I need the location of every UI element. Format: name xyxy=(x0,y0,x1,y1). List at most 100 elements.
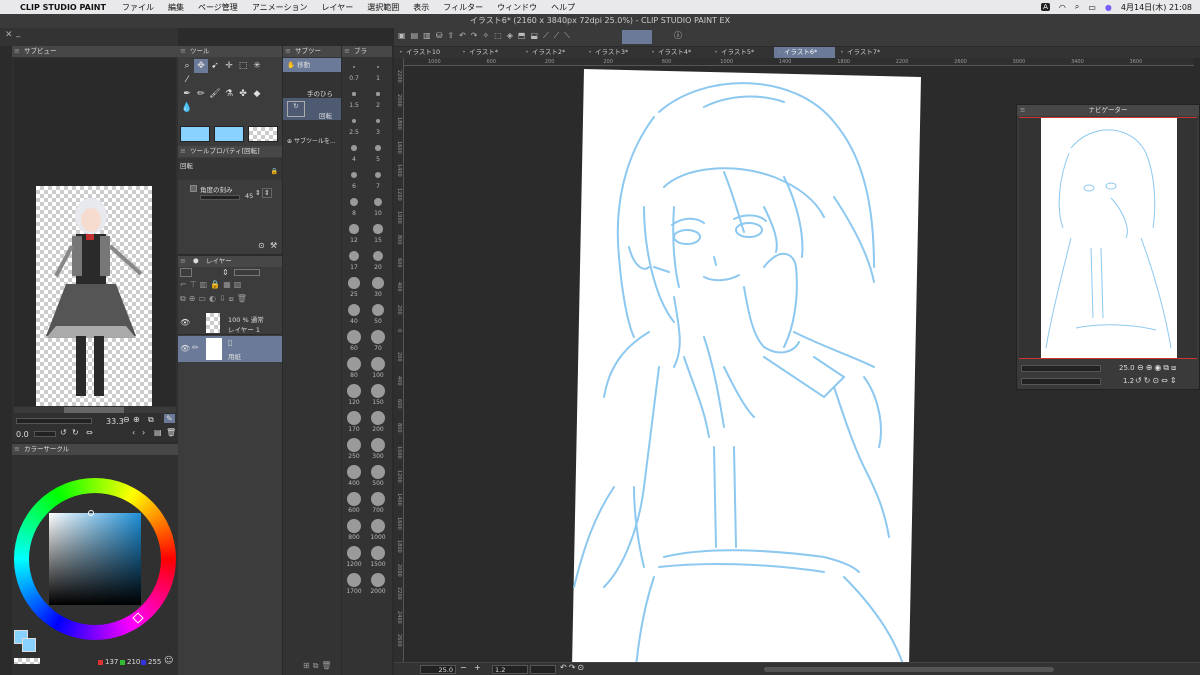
zoom-out-icon[interactable]: ⊖ xyxy=(123,415,130,424)
undo-icon[interactable]: ↶ xyxy=(459,31,471,40)
layer-row[interactable]: 👁 ✏ ▯ 用紙 xyxy=(178,336,282,362)
eyedropper-tool-icon[interactable]: ⁄ xyxy=(180,73,194,87)
brush-size-item[interactable]: 250 xyxy=(342,436,366,463)
status-angle-slider[interactable] xyxy=(530,665,556,674)
open-icon[interactable]: ▥ xyxy=(423,31,436,40)
eraser-tool-icon[interactable]: ◆ xyxy=(250,87,264,101)
color-settings-icon[interactable]: ☺ xyxy=(164,656,173,666)
color-square-cursor[interactable] xyxy=(88,510,94,516)
wifi-icon[interactable]: ◠ xyxy=(1059,3,1066,12)
siri-icon[interactable]: ● xyxy=(1105,3,1112,12)
brush-size-item[interactable]: 50 xyxy=(366,301,390,328)
brush-size-item[interactable]: 150 xyxy=(366,382,390,409)
blend-mode-select[interactable] xyxy=(180,268,192,277)
visibility-icon[interactable]: 👁 xyxy=(180,344,190,353)
subview-angle-slider[interactable] xyxy=(34,431,56,437)
draft-icon[interactable]: ▥ xyxy=(200,280,211,289)
brush-size-item[interactable]: 120 xyxy=(342,382,366,409)
visibility-icon[interactable]: 👁 xyxy=(180,318,190,327)
add-subtool[interactable]: ⊕ サブツールを... xyxy=(287,136,336,145)
doc-tab[interactable]: イラスト3* xyxy=(585,47,646,58)
brush-size-item[interactable]: 17 xyxy=(342,247,366,274)
auto-select-icon[interactable]: ✳ xyxy=(250,59,264,73)
transparent-swatch[interactable] xyxy=(248,126,278,142)
navigator-close-icon[interactable]: ≡ xyxy=(1020,105,1025,116)
rotate-left-icon[interactable]: ↺ xyxy=(60,428,67,437)
pencil-tool-icon[interactable]: ✏ xyxy=(194,87,208,101)
brush-size-item[interactable]: 2000 xyxy=(366,571,390,598)
brush-size-item[interactable]: 1000 xyxy=(366,517,390,544)
main-color-swatch[interactable] xyxy=(180,126,210,142)
transparent-color[interactable] xyxy=(14,658,40,664)
blend-tool-icon[interactable]: 💧 xyxy=(180,101,194,115)
palette-icon[interactable]: ▧ xyxy=(234,280,245,289)
brush-size-item[interactable]: 600 xyxy=(342,490,366,517)
status-zoom-in-icon[interactable]: + xyxy=(474,663,481,672)
brush-size-item[interactable]: 6 xyxy=(342,166,366,193)
rotate-right-icon[interactable]: ↻ xyxy=(72,428,79,437)
brush-size-item[interactable]: 30 xyxy=(366,274,390,301)
navigator-zoom-icons[interactable]: ⊖⊕◉⧉⧈ xyxy=(1137,363,1178,373)
redo-icon[interactable]: ↷ xyxy=(471,31,483,40)
operation-tool-icon[interactable]: ➹ xyxy=(208,59,222,73)
status-zoom-out-icon[interactable]: − xyxy=(460,663,467,672)
snap2-icon[interactable]: ⟋ xyxy=(554,31,565,40)
brush-size-item[interactable]: 70 xyxy=(366,328,390,355)
brush-size-item[interactable]: 2.5 xyxy=(342,112,366,139)
doc-tab[interactable]: イラスト6* xyxy=(774,47,835,58)
doc-tab[interactable]: イラスト4* xyxy=(648,47,709,58)
prev-icon[interactable]: ‹ xyxy=(132,428,135,437)
snap1-icon[interactable]: ⟋ xyxy=(543,31,554,40)
subview-scrollbar[interactable] xyxy=(14,407,176,413)
subtool-item-move[interactable]: ✋ 移動 xyxy=(283,58,341,72)
flip-icon[interactable]: ⇔ xyxy=(86,428,93,437)
deselect-icon[interactable]: ⬒ xyxy=(518,31,531,40)
brush-size-item[interactable]: 8 xyxy=(342,193,366,220)
menu-help[interactable]: ヘルプ xyxy=(551,2,575,13)
folder-icon[interactable]: ▤ xyxy=(154,428,162,437)
horizontal-scrollbar[interactable] xyxy=(764,667,1054,672)
brush-size-item[interactable]: 1200 xyxy=(342,544,366,571)
snap3-icon[interactable]: ⟍ xyxy=(564,31,575,40)
menu-window[interactable]: ウィンドウ xyxy=(497,2,537,13)
navigator-angle-slider[interactable] xyxy=(1021,378,1101,385)
snap-checkbox[interactable] xyxy=(190,185,197,192)
brush-size-item[interactable]: 20 xyxy=(366,247,390,274)
brush-size-item[interactable]: 1.5 xyxy=(342,85,366,112)
brush-size-item[interactable]: 80 xyxy=(342,355,366,382)
clear-icon[interactable]: ✧ xyxy=(483,31,495,40)
layer-mask-icon[interactable]: ◐ xyxy=(209,294,219,303)
menu-filter[interactable]: フィルター xyxy=(443,2,483,13)
eyedropper-icon[interactable]: ✎ xyxy=(164,414,175,423)
layer-row[interactable]: 👁 100 % 通常 レイヤー 1 xyxy=(178,311,282,335)
next-icon[interactable]: › xyxy=(142,428,145,437)
pen-tool-icon[interactable]: ✒ xyxy=(180,87,194,101)
menu-icon[interactable]: ▣ xyxy=(398,31,411,40)
brush-size-item[interactable]: 15 xyxy=(366,220,390,247)
fit-icon[interactable]: ⧉ xyxy=(148,415,154,425)
snap-input-icon[interactable]: ⇕ xyxy=(262,188,272,198)
doc-tab[interactable]: イラスト* xyxy=(459,47,520,58)
blend-stepper-icon[interactable]: ⇕ xyxy=(222,268,229,277)
brush-size-item[interactable]: 12 xyxy=(342,220,366,247)
brush-size-item[interactable]: 800 xyxy=(342,517,366,544)
opacity-field[interactable] xyxy=(234,269,260,276)
close-icon[interactable]: ✕ xyxy=(5,30,13,40)
search-icon[interactable]: ⌕ xyxy=(1075,2,1079,12)
trash-icon[interactable]: 🗑 xyxy=(166,428,176,437)
brush-size-item[interactable]: 1 xyxy=(366,58,390,85)
menu-animation[interactable]: アニメーション xyxy=(252,2,308,13)
brush-size-item[interactable]: 100 xyxy=(366,355,390,382)
reference-icon[interactable]: ⊤ xyxy=(190,280,200,289)
brush-size-item[interactable]: 60 xyxy=(342,328,366,355)
status-angle-field[interactable]: 1.2 xyxy=(492,665,528,674)
doc-tab[interactable]: イラスト7* xyxy=(837,47,898,58)
menu-view[interactable]: 表示 xyxy=(413,2,429,13)
brush-size-item[interactable]: 5 xyxy=(366,139,390,166)
settings-icon[interactable]: ⊙ xyxy=(258,241,265,250)
app-menu[interactable]: CLIP STUDIO PAINT xyxy=(20,3,106,12)
brush-size-item[interactable]: 7 xyxy=(366,166,390,193)
new-icon[interactable]: ▤ xyxy=(411,31,424,40)
new-vector-icon[interactable]: ⊕ xyxy=(189,294,199,303)
brush-size-item[interactable]: 40 xyxy=(342,301,366,328)
